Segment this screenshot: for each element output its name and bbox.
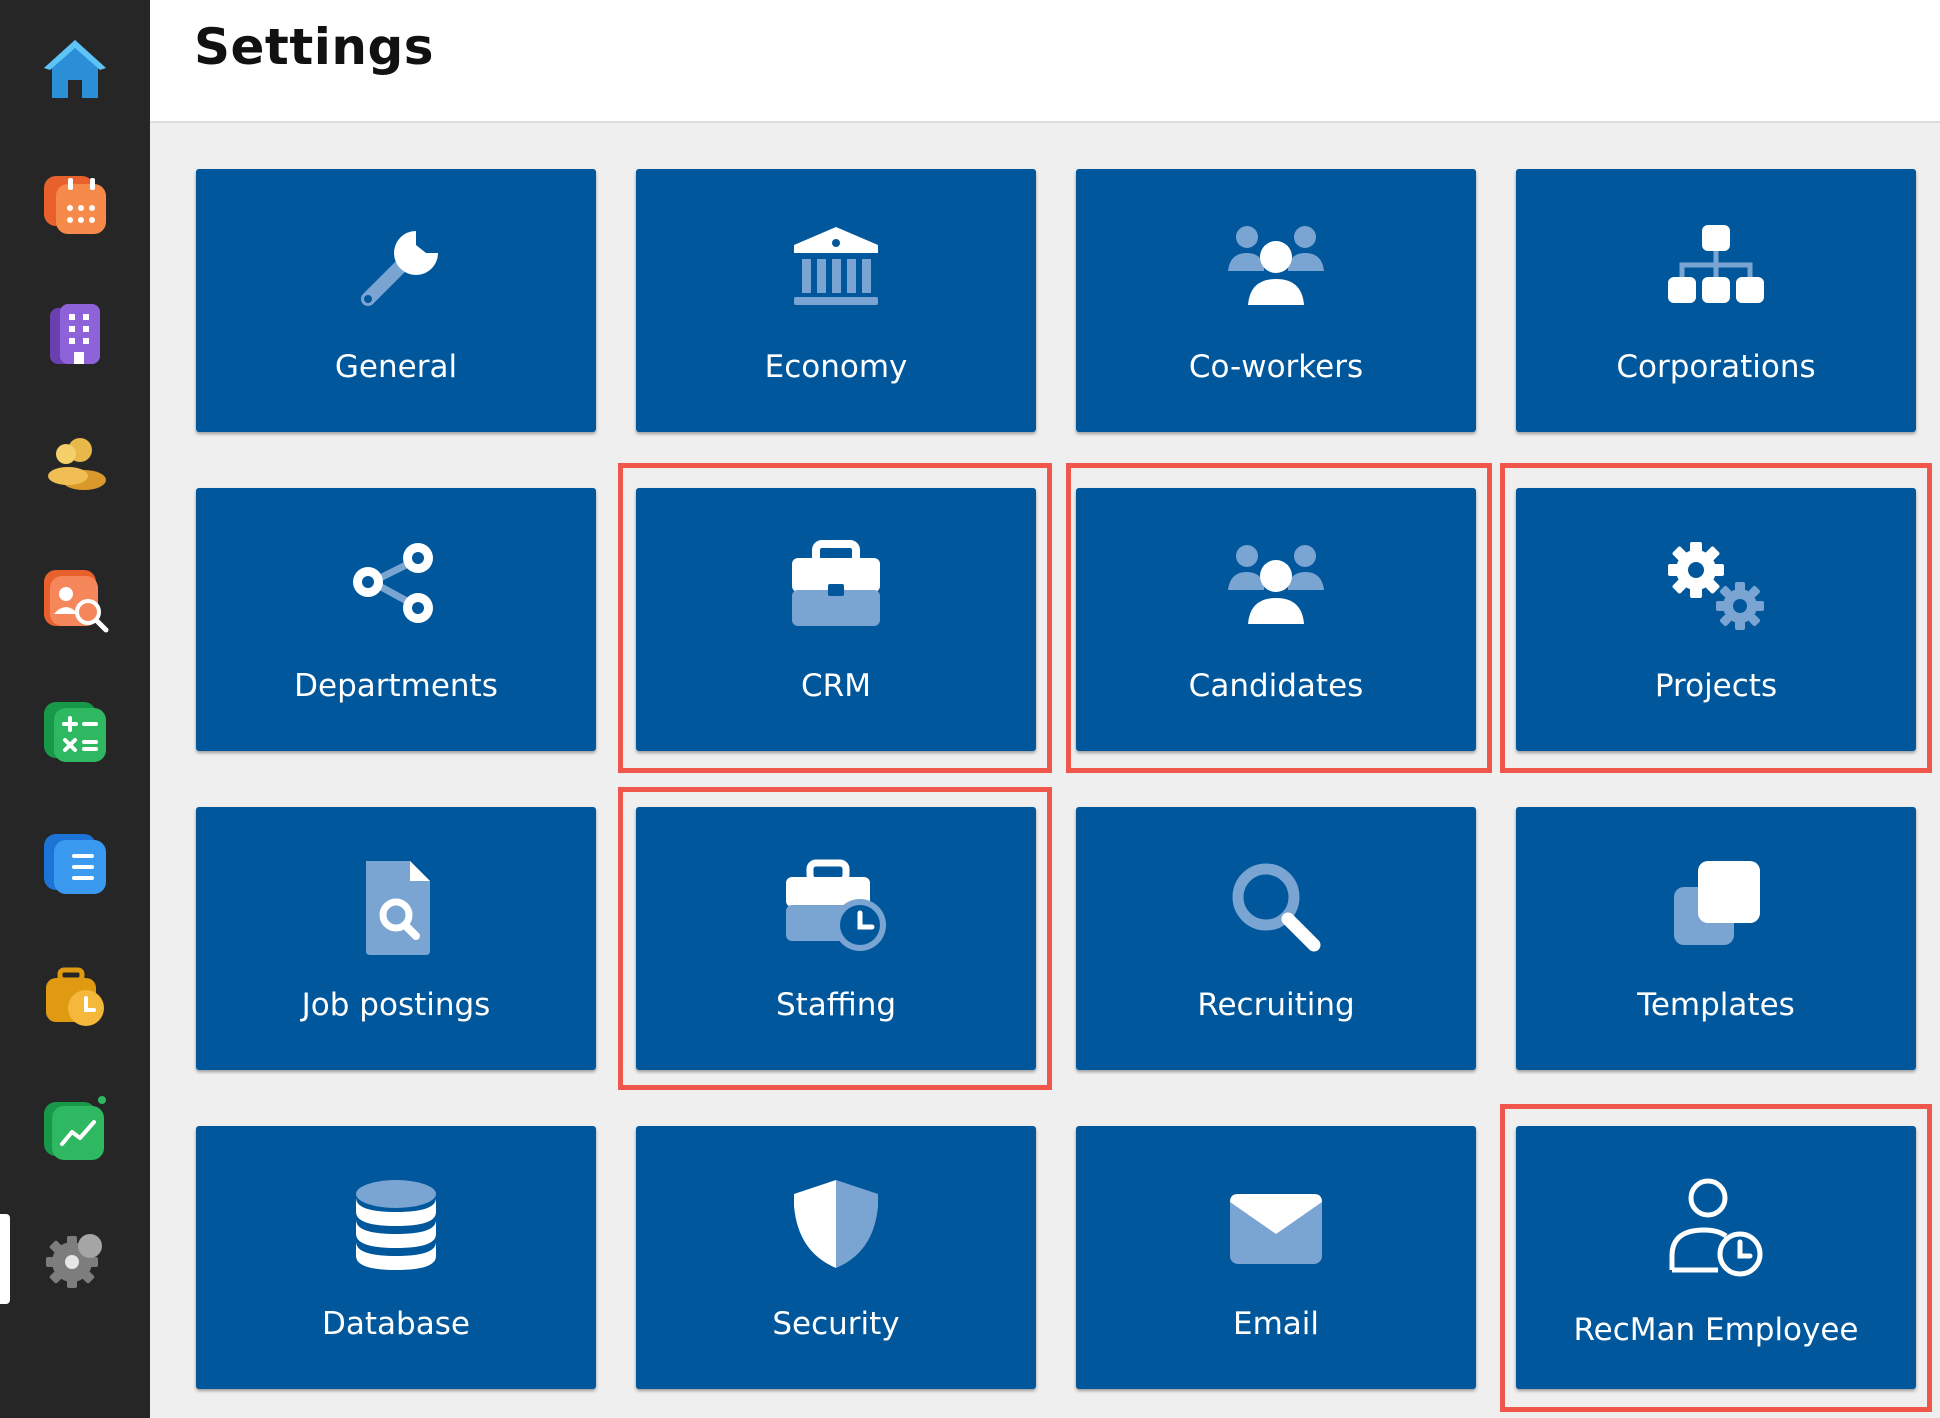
tile-staffing[interactable]: Staffing	[636, 807, 1036, 1070]
nav-staffing[interactable]	[38, 960, 112, 1034]
active-nav-indicator	[0, 1214, 10, 1304]
tile-label: Job postings	[301, 987, 491, 1023]
tile-projects[interactable]: Projects	[1516, 488, 1916, 751]
building-icon	[50, 304, 100, 364]
people-icon	[48, 438, 106, 490]
tile-recman-employee[interactable]: RecMan Employee	[1516, 1126, 1916, 1389]
nav-calculations[interactable]	[38, 694, 112, 768]
tile-security[interactable]: Security	[636, 1126, 1036, 1389]
nav-calendar[interactable]	[38, 166, 112, 240]
calculator-icon	[44, 702, 106, 762]
nav-company[interactable]	[38, 298, 112, 372]
tile-label: Staffing	[775, 987, 897, 1023]
tile-label: CRM	[801, 668, 871, 704]
page-header: Settings	[150, 0, 1940, 123]
clone-icon	[1666, 859, 1766, 959]
tile-label: Projects	[1654, 668, 1778, 704]
nav-contacts[interactable]	[38, 428, 112, 502]
nav-documents[interactable]	[38, 826, 112, 900]
bank-icon	[786, 221, 886, 321]
wrench-icon	[346, 221, 446, 321]
briefcase-clock-icon	[46, 967, 104, 1026]
tile-email[interactable]: Email	[1076, 1126, 1476, 1389]
tile-templates[interactable]: Templates	[1516, 807, 1916, 1070]
tile-label: Corporations	[1616, 349, 1816, 385]
users-icon	[1226, 540, 1326, 640]
tile-departments[interactable]: Departments	[196, 488, 596, 751]
shield-icon	[786, 1178, 886, 1278]
nav-analytics[interactable]	[38, 1092, 112, 1166]
tile-database[interactable]: Database	[196, 1126, 596, 1389]
tile-job-postings[interactable]: Job postings	[196, 807, 596, 1070]
tile-label: Templates	[1637, 987, 1795, 1023]
briefcase-clock-icon	[786, 859, 886, 959]
gear-icon	[46, 1234, 102, 1288]
tile-crm[interactable]: CRM	[636, 488, 1036, 751]
tile-recruiting[interactable]: Recruiting	[1076, 807, 1476, 1070]
gears-icon	[1666, 540, 1766, 640]
share-nodes-icon	[346, 540, 446, 640]
magnifier-icon	[1226, 859, 1326, 959]
tile-economy[interactable]: Economy	[636, 169, 1036, 432]
tile-label: Email	[1232, 1306, 1319, 1342]
sidebar	[0, 0, 150, 1418]
tile-label: General	[334, 349, 458, 385]
file-search-icon	[346, 859, 446, 959]
database-icon	[346, 1178, 446, 1278]
tile-corporations[interactable]: Corporations	[1516, 169, 1916, 432]
tile-label: Co-workers	[1188, 349, 1364, 385]
users-icon	[1226, 221, 1326, 321]
tile-label: Security	[772, 1306, 900, 1342]
tile-label: Economy	[764, 349, 908, 385]
tile-label: Candidates	[1188, 668, 1364, 704]
envelope-icon	[1226, 1178, 1326, 1278]
tile-label: Database	[322, 1306, 470, 1342]
nav-settings[interactable]	[38, 1222, 112, 1296]
tile-candidates[interactable]: Candidates	[1076, 488, 1476, 751]
tile-label: Departments	[294, 668, 498, 704]
nav-candidate-search[interactable]	[38, 562, 112, 636]
user-clock-icon	[1666, 1178, 1766, 1278]
person-search-icon	[44, 570, 109, 633]
home-icon	[44, 40, 106, 98]
document-list-icon	[44, 834, 106, 894]
chart-icon	[44, 1096, 106, 1160]
page-title: Settings	[194, 18, 435, 76]
org-chart-icon	[1666, 221, 1766, 321]
tile-label: RecMan Employee	[1573, 1312, 1859, 1348]
nav-home[interactable]	[38, 32, 112, 106]
calendar-icon	[44, 176, 106, 234]
briefcase-icon	[786, 540, 886, 640]
tile-co-workers[interactable]: Co-workers	[1076, 169, 1476, 432]
tile-label: Recruiting	[1197, 987, 1355, 1023]
tile-general[interactable]: General	[196, 169, 596, 432]
